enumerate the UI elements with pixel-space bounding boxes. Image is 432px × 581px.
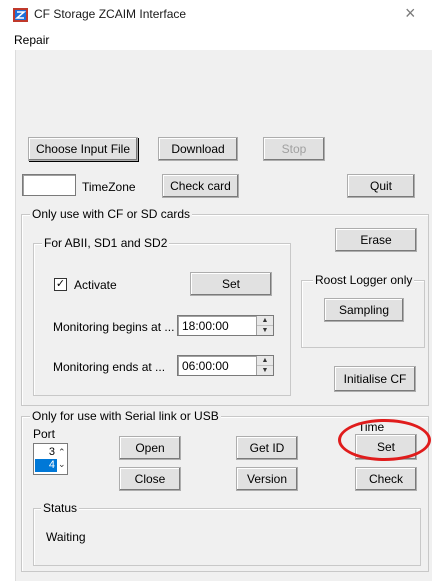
spin-up-icon[interactable]: ▲ <box>257 356 273 366</box>
port-label: Port <box>33 427 56 441</box>
port-option[interactable]: 3 <box>35 446 57 459</box>
monitoring-ends-value: 06:00:00 <box>182 359 229 373</box>
monitoring-begins-input[interactable]: 18:00:00 ▲ ▼ <box>177 315 274 336</box>
status-group <box>33 508 421 566</box>
monitoring-begins-label: Monitoring begins at ... <box>53 320 175 334</box>
close-button[interactable]: Close <box>119 467 181 491</box>
spin-down-icon[interactable]: ▼ <box>257 366 273 375</box>
download-button[interactable]: Download <box>158 137 238 161</box>
version-button[interactable]: Version <box>236 467 298 491</box>
monitoring-ends-label: Monitoring ends at ... <box>53 360 166 374</box>
quit-button[interactable]: Quit <box>347 174 415 198</box>
port-list[interactable]: 3 4 ⌃ ⌄ <box>33 443 68 475</box>
sampling-button[interactable]: Sampling <box>324 298 404 322</box>
time-check-button[interactable]: Check <box>355 467 417 491</box>
monitoring-begins-value: 18:00:00 <box>182 319 229 333</box>
activate-checkbox[interactable]: ✓ <box>54 278 67 291</box>
timezone-field[interactable] <box>22 174 76 196</box>
monitoring-ends-input[interactable]: 06:00:00 ▲ ▼ <box>177 355 274 376</box>
timezone-label: TimeZone <box>82 180 136 194</box>
open-button[interactable]: Open <box>119 436 181 460</box>
monitoring-begins-spinner[interactable]: ▲ ▼ <box>256 316 273 335</box>
cf-sd-group-label: Only use with CF or SD cards <box>30 207 193 221</box>
roost-logger-label: Roost Logger only <box>313 273 415 287</box>
spin-up-icon[interactable]: ▲ <box>257 316 273 326</box>
spin-down-icon[interactable]: ▼ <box>257 326 273 335</box>
close-icon[interactable]: × <box>405 4 416 22</box>
initialise-cf-button[interactable]: Initialise CF <box>334 366 416 392</box>
port-option-selected[interactable]: 4 <box>35 459 57 472</box>
stop-button[interactable]: Stop <box>263 137 325 161</box>
choose-input-file-button[interactable]: Choose Input File <box>28 137 138 161</box>
serial-usb-group-label: Only for use with Serial link or USB <box>30 409 221 423</box>
time-set-button[interactable]: Set <box>355 434 417 460</box>
status-group-label: Status <box>41 501 80 515</box>
activate-label: Activate <box>74 278 117 292</box>
window-title: CF Storage ZCAIM Interface <box>34 7 187 21</box>
checkmark-icon: ✓ <box>55 278 66 290</box>
port-down-icon[interactable]: ⌄ <box>58 459 66 469</box>
status-text: Waiting <box>46 530 86 544</box>
activate-set-button[interactable]: Set <box>190 272 272 296</box>
erase-button[interactable]: Erase <box>335 228 417 252</box>
app-logo-icon <box>13 8 28 22</box>
port-up-icon[interactable]: ⌃ <box>58 447 66 457</box>
abii-group-label: For ABII, SD1 and SD2 <box>42 236 170 250</box>
menu-item-repair[interactable]: Repair <box>14 33 49 47</box>
get-id-button[interactable]: Get ID <box>236 436 298 460</box>
monitoring-ends-spinner[interactable]: ▲ ▼ <box>256 356 273 375</box>
time-label: Time <box>358 420 385 434</box>
check-card-button[interactable]: Check card <box>162 174 239 198</box>
menu-bar <box>0 30 432 50</box>
